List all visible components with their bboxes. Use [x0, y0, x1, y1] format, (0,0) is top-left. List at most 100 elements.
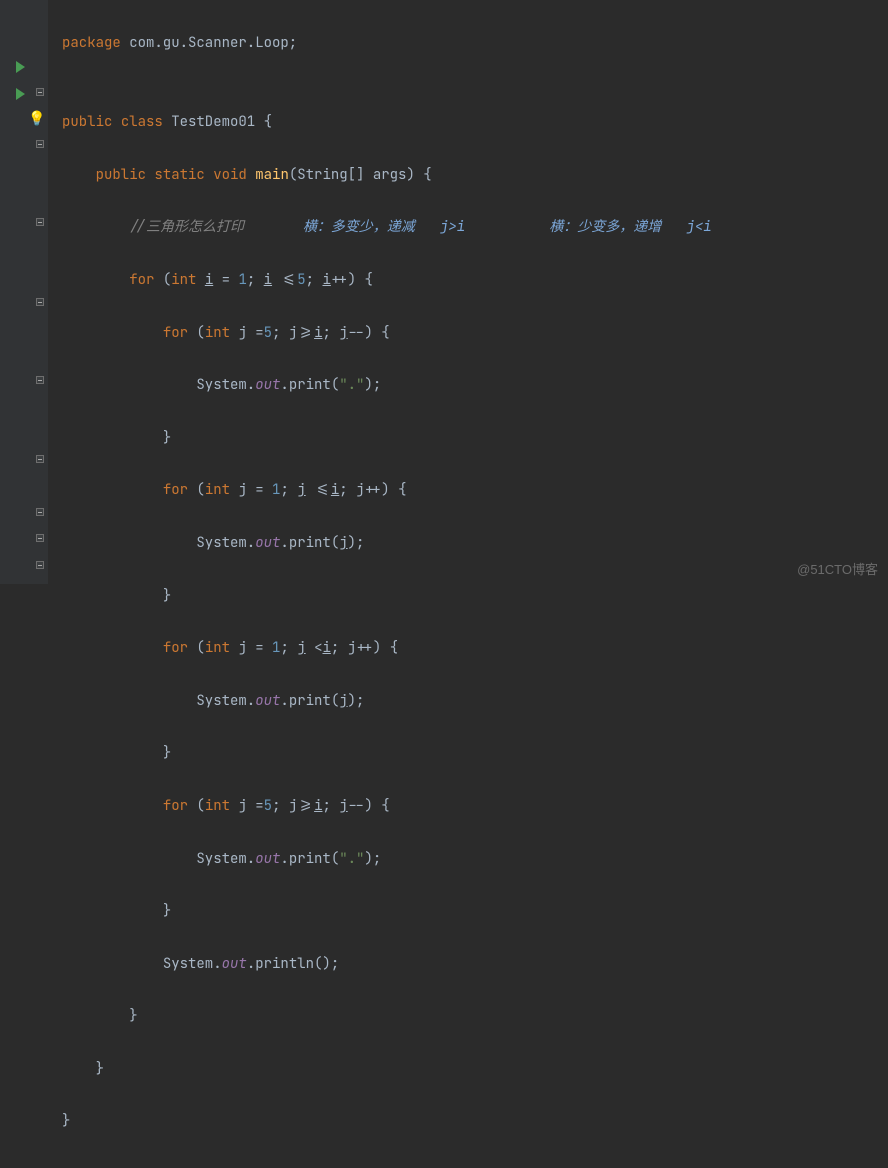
- code-line[interactable]: }: [62, 425, 888, 451]
- keyword: int: [205, 324, 230, 342]
- var: j: [339, 692, 347, 710]
- keyword: void: [213, 166, 247, 184]
- keyword: int: [205, 797, 230, 815]
- number: 5: [264, 324, 272, 342]
- fold-toggle-icon[interactable]: [36, 298, 44, 306]
- code-line[interactable]: }: [62, 1108, 888, 1134]
- fold-toggle-icon[interactable]: [36, 455, 44, 463]
- code-line[interactable]: }: [62, 1056, 888, 1082]
- var: j: [348, 639, 356, 657]
- sys: System.: [163, 955, 222, 973]
- punc: --) {: [348, 324, 390, 342]
- code-line[interactable]: System.out.println();: [62, 951, 888, 977]
- code-line[interactable]: for (int j = 1; j <i; j++) {: [62, 635, 888, 661]
- keyword: int: [171, 271, 196, 289]
- fold-column: [36, 0, 46, 584]
- run-icon[interactable]: [16, 61, 25, 73]
- sys: System.: [196, 534, 255, 552]
- var: j: [339, 324, 347, 342]
- code-line[interactable]: for (int j =5; j>=i; j--) {: [62, 320, 888, 346]
- var: i: [322, 639, 330, 657]
- keyword: class: [121, 113, 163, 131]
- params: (String[] args) {: [289, 166, 432, 184]
- number: 1: [272, 639, 280, 657]
- punc: ;: [306, 271, 323, 289]
- op: =: [247, 639, 272, 657]
- keyword: package: [62, 34, 121, 52]
- punc: ;: [322, 324, 339, 342]
- fold-toggle-icon[interactable]: [36, 218, 44, 226]
- fold-toggle-icon[interactable]: [36, 534, 44, 542]
- code-line[interactable]: for (int j = 1; j <=i; j++) {: [62, 477, 888, 503]
- call: .print(: [280, 376, 339, 394]
- code-line[interactable]: }: [62, 583, 888, 609]
- brace: }: [163, 429, 171, 447]
- keyword: for: [163, 797, 188, 815]
- field: out: [255, 850, 280, 868]
- code-area[interactable]: package com.gu.Scanner.Loop; public clas…: [48, 0, 888, 584]
- punc: );: [364, 850, 381, 868]
- code-line[interactable]: System.out.print(j);: [62, 530, 888, 556]
- keyword: for: [129, 271, 154, 289]
- code-line[interactable]: public class TestDemo01 {: [62, 109, 888, 135]
- sys: System.: [196, 376, 255, 394]
- punc: --) {: [348, 797, 390, 815]
- string: ".": [339, 376, 364, 394]
- code-line[interactable]: for (int j =5; j>=i; j--) {: [62, 793, 888, 819]
- var: j: [339, 797, 347, 815]
- code-line[interactable]: System.out.print(j);: [62, 688, 888, 714]
- code-line[interactable]: for (int i = 1; i <=5; i++) {: [62, 267, 888, 293]
- punc: );: [364, 376, 381, 394]
- run-icon[interactable]: [16, 88, 25, 100]
- number: 1: [238, 271, 246, 289]
- fold-toggle-icon[interactable]: [36, 376, 44, 384]
- comment: 横：少变多，递增 j<i: [549, 218, 711, 236]
- comment: [465, 218, 549, 236]
- number: 5: [297, 271, 305, 289]
- code-line[interactable]: package com.gu.Scanner.Loop;: [62, 30, 888, 56]
- punc: ;: [322, 797, 339, 815]
- keyword: public: [62, 113, 112, 131]
- punc: );: [348, 534, 365, 552]
- op: =: [247, 797, 264, 815]
- keyword: int: [205, 639, 230, 657]
- punc: ;: [280, 639, 297, 657]
- code-line[interactable]: public static void main(String[] args) {: [62, 162, 888, 188]
- punc: ;: [280, 481, 297, 499]
- punc: );: [348, 692, 365, 710]
- editor-root: 💡 package com.gu.Scanner.Loop; public cl…: [0, 0, 888, 584]
- gutter: 💡: [0, 0, 48, 584]
- code-line[interactable]: }: [62, 898, 888, 924]
- brace: }: [163, 902, 171, 920]
- keyword: public: [96, 166, 146, 184]
- call: .print(: [280, 692, 339, 710]
- var: i: [314, 797, 322, 815]
- code-line[interactable]: System.out.print(".");: [62, 846, 888, 872]
- brace: }: [163, 587, 171, 605]
- call: .print(: [280, 534, 339, 552]
- fold-toggle-icon[interactable]: [36, 140, 44, 148]
- code-line[interactable]: }: [62, 740, 888, 766]
- punc: ;: [247, 271, 264, 289]
- field: out: [255, 534, 280, 552]
- fold-toggle-icon[interactable]: [36, 88, 44, 96]
- brace: }: [62, 1112, 70, 1130]
- fold-toggle-icon[interactable]: [36, 508, 44, 516]
- cond: j>=: [289, 324, 314, 342]
- keyword: static: [154, 166, 204, 184]
- code-line[interactable]: System.out.print(".");: [62, 372, 888, 398]
- comment: //三角形怎么打印: [129, 218, 303, 236]
- watermark: @51CTO博客: [797, 559, 878, 578]
- comment: 横：多变少，递减 j>i: [303, 218, 465, 236]
- var: i: [322, 271, 330, 289]
- method-name: main: [255, 166, 289, 184]
- op: =: [247, 481, 272, 499]
- punc: ;: [272, 797, 289, 815]
- op: =: [247, 324, 264, 342]
- var: j: [238, 797, 246, 815]
- fold-toggle-icon[interactable]: [36, 561, 44, 569]
- punc: ++) {: [365, 481, 407, 499]
- code-line[interactable]: //三角形怎么打印 横：多变少，递减 j>i 横：少变多，递增 j<i: [62, 214, 888, 240]
- op: <: [306, 639, 323, 657]
- code-line[interactable]: }: [62, 1003, 888, 1029]
